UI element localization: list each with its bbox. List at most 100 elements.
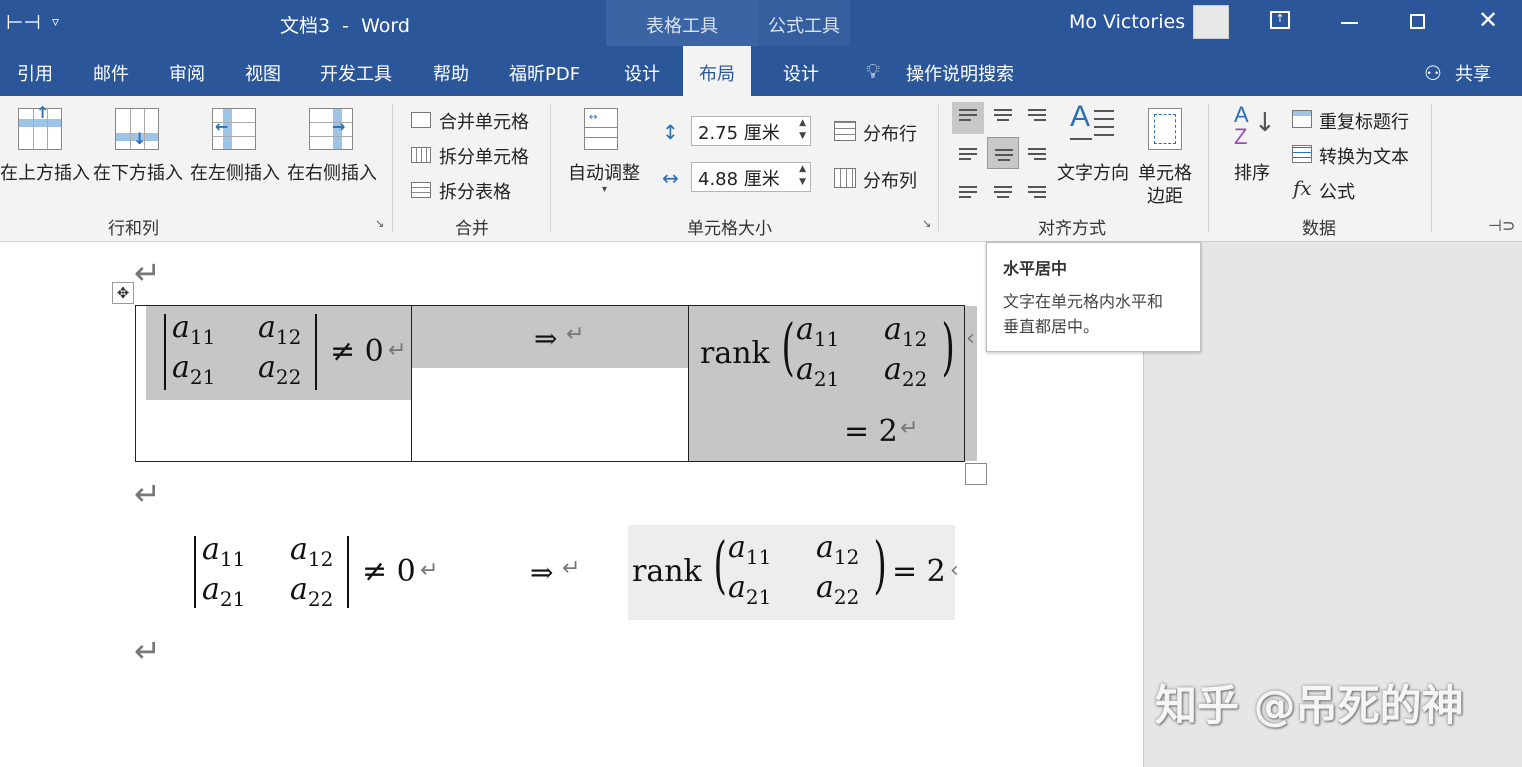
equals-two: = 2 [844, 414, 898, 449]
ribbon-display-options-icon[interactable]: ↑ [1270, 11, 1290, 29]
right-paren: ) [941, 310, 955, 383]
matrix-entry: a21 [796, 352, 839, 391]
entry-symbol: a [202, 572, 220, 607]
merge-cells-icon [411, 112, 431, 128]
insert-below-button[interactable]: 在下方插入 [93, 159, 183, 185]
entry-symbol: a [884, 352, 902, 387]
group-label-cell-size: 单元格大小 [687, 219, 772, 239]
watermark: 知乎 @吊死的神 [1155, 681, 1464, 730]
tooltip: 水平居中 文字在单元格内水平和 垂直都居中。 [986, 242, 1201, 352]
matrix-entry: a21 [202, 572, 245, 611]
align-bottom-center-button[interactable] [987, 172, 1019, 204]
row-height-value: 2.75 厘米 [698, 123, 780, 144]
tab-table-design[interactable]: 设计 [624, 60, 660, 86]
entry-subscript: 21 [189, 365, 216, 389]
matrix-entry: a22 [290, 572, 333, 611]
determinant-equation[interactable]: a11 a12 a21 a22 ≠ 0 ↵ [160, 310, 410, 396]
touch-mode-icon[interactable]: ⊢⊣ [6, 10, 41, 34]
close-icon[interactable]: ✕ [1478, 6, 1498, 34]
paragraph-mark: ↵ [388, 338, 407, 363]
table-resize-handle[interactable] [965, 463, 987, 485]
tab-references[interactable]: 引用 [17, 60, 53, 86]
not-equal-zero: ≠ 0 [362, 554, 416, 589]
rank-equation[interactable]: rank ( a11 a12 a21 a22 ) = 2 ↵ [700, 306, 962, 458]
row-height-spinner[interactable]: ▲ ▼ [799, 117, 806, 143]
convert-to-text-button[interactable]: 转换为文本 [1319, 143, 1409, 169]
matrix-entry: a12 [258, 310, 301, 349]
tab-table-layout[interactable]: 布局 [683, 46, 751, 96]
tab-review[interactable]: 审阅 [169, 60, 205, 86]
tab-foxit-pdf[interactable]: 福昕PDF [509, 60, 580, 86]
title-bar: ⊢⊣ ▿ 文档3 - Word 表格工具 公式工具 Mo Victories ↑… [0, 0, 1522, 96]
share-person-icon[interactable]: ⚇ [1424, 61, 1442, 85]
tab-mailings[interactable]: 邮件 [93, 60, 129, 86]
tooltip-title: 水平居中 [1003, 259, 1068, 278]
insert-above-icon: ↑ [18, 103, 62, 150]
autofit-icon: ↔ [584, 108, 618, 150]
row-height-input[interactable]: 2.75 厘米 ▲ ▼ [691, 116, 811, 146]
repeat-header-rows-button[interactable]: 重复标题行 [1319, 108, 1409, 134]
align-top-right-button[interactable] [1021, 102, 1053, 134]
entry-symbol: a [796, 352, 814, 387]
insert-left-button[interactable]: 在左侧插入 [190, 159, 280, 185]
align-top-left-button[interactable] [952, 102, 984, 134]
align-top-center-button[interactable] [987, 102, 1019, 134]
distribute-columns-button[interactable]: 分布列 [863, 167, 917, 193]
entry-subscript: 12 [307, 547, 334, 571]
text-direction-button[interactable]: 文字方向 [1057, 159, 1129, 185]
matrix-entry: a22 [816, 570, 859, 609]
column-width-spinner[interactable]: ▲ ▼ [799, 163, 806, 189]
pin-ribbon-icon[interactable]: ⊣⊃ [1488, 216, 1515, 235]
group-separator [1208, 104, 1209, 232]
restore-icon[interactable] [1410, 14, 1425, 29]
autofit-dropdown-icon[interactable]: ▾ [602, 184, 607, 195]
cell-size-launcher-icon[interactable]: ↘ [922, 218, 936, 232]
split-table-button[interactable]: 拆分表格 [439, 178, 511, 204]
align-middle-right-button[interactable] [1021, 137, 1053, 169]
align-middle-center-button[interactable] [987, 137, 1019, 169]
autofit-button[interactable]: 自动调整 [568, 159, 640, 185]
entry-symbol: a [884, 312, 902, 347]
formula-fx-icon: fx [1293, 176, 1312, 200]
rows-cols-launcher-icon[interactable]: ↘ [375, 218, 389, 232]
minimize-icon[interactable] [1341, 22, 1358, 24]
group-separator [938, 104, 939, 232]
entry-subscript: 22 [833, 585, 860, 609]
tell-me-search[interactable]: 操作说明搜索 [906, 60, 1014, 86]
tab-developer[interactable]: 开发工具 [320, 60, 392, 86]
entry-symbol: a [258, 310, 276, 345]
sort-button[interactable]: 排序 [1234, 159, 1270, 185]
avatar[interactable] [1193, 5, 1229, 39]
table-move-handle-icon[interactable]: ✥ [112, 282, 134, 304]
implies-arrow[interactable]: ⇒ [534, 322, 557, 355]
qat-customize-icon[interactable]: ▿ [52, 14, 59, 30]
share-button[interactable]: 共享 [1455, 60, 1491, 86]
merge-cells-button[interactable]: 合并单元格 [439, 108, 529, 134]
entry-symbol: a [796, 312, 814, 347]
cell-margins-icon [1148, 108, 1182, 150]
column-width-input[interactable]: 4.88 厘米 ▲ ▼ [691, 162, 811, 192]
implies-arrow[interactable]: ⇒ [530, 556, 553, 589]
entry-subscript: 21 [745, 585, 772, 609]
align-middle-left-button[interactable] [952, 137, 984, 169]
formula-button[interactable]: 公式 [1319, 178, 1355, 204]
paragraph-mark: ↵ [134, 475, 161, 513]
tab-equation-design[interactable]: 设计 [783, 60, 819, 86]
tab-view[interactable]: 视图 [245, 60, 281, 86]
text-direction-icon: A [1070, 100, 1118, 150]
inline-determinant-equation[interactable]: a11 a12 a21 a22 ≠ 0 ↵ [190, 532, 450, 612]
lightbulb-icon[interactable]: 💡︎ [866, 59, 880, 83]
split-cells-button[interactable]: 拆分单元格 [439, 143, 529, 169]
entry-subscript: 12 [901, 327, 928, 351]
distribute-rows-button[interactable]: 分布行 [863, 120, 917, 146]
insert-above-button[interactable]: 在上方插入 [0, 159, 90, 185]
align-bottom-left-button[interactable] [952, 172, 984, 204]
user-name[interactable]: Mo Victories [1069, 11, 1185, 33]
insert-right-button[interactable]: 在右侧插入 [287, 159, 377, 185]
paragraph-mark: ↵ [420, 558, 439, 583]
inline-rank-equation[interactable]: rank ( a11 a12 a21 a22 ) = 2 [632, 528, 962, 616]
tab-help[interactable]: 帮助 [433, 60, 469, 86]
equation-tools-title: 公式工具 [768, 16, 840, 37]
align-bottom-right-button[interactable] [1021, 172, 1053, 204]
cell-margins-button-line2[interactable]: 边距 [1147, 182, 1183, 208]
